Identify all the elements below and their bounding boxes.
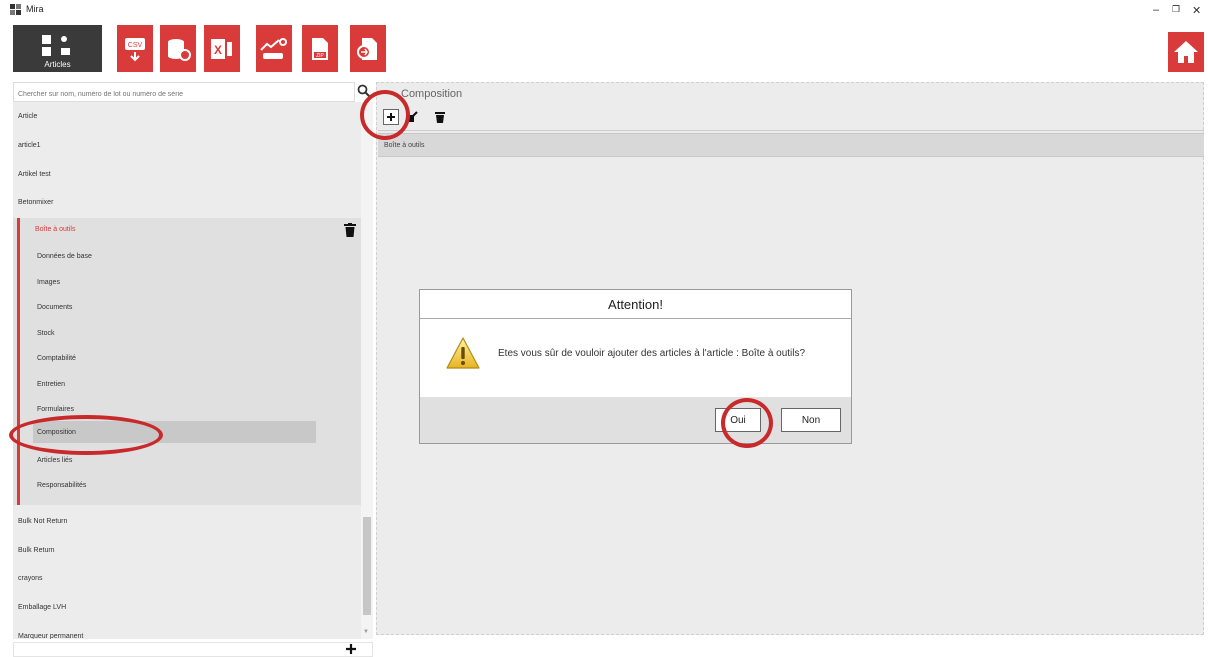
selection-bar [17,218,20,505]
confirmation-dialog: Attention! Etes vous sûr de vouloir ajou… [419,289,852,444]
add-composition-button[interactable] [383,109,399,125]
list-footer [13,642,373,657]
plus-icon [387,113,395,121]
search-input[interactable] [14,85,334,104]
list-scrollbar[interactable]: ▼ [361,102,373,639]
stats-icon [260,37,287,59]
window-title: Mira [26,4,44,14]
group-title[interactable]: Boîte à outils [35,226,75,233]
close-button[interactable]: ✕ [1192,4,1201,17]
app-icon [10,4,21,15]
maximize-button[interactable]: ❐ [1172,4,1180,15]
title-bar: Mira – ❐ ✕ [0,0,1208,22]
home-button[interactable] [1168,32,1204,72]
sub-item-stock[interactable]: Stock [37,322,337,344]
search-icon[interactable] [357,84,371,98]
scroll-thumb[interactable] [363,517,371,615]
edit-icon [407,111,418,122]
composition-row[interactable]: Boîte à outils [378,133,1204,157]
sub-item-entretien[interactable]: Entretien [37,373,337,395]
warning-icon [446,337,480,369]
svg-text:X: X [214,43,222,57]
document-export-button[interactable] [350,25,386,72]
minimize-button[interactable]: – [1153,4,1159,16]
trash-icon [435,112,445,123]
list-item[interactable]: Emballage LVH [13,593,361,621]
main-toolbar: Articles CSV X ZIP [0,22,1208,78]
list-item[interactable]: Marqueur permanent [13,622,361,640]
expanded-article-group: Boîte à outils Données de base Images Do… [13,218,361,505]
sub-item-donnees-de-base[interactable]: Données de base [37,245,337,267]
add-icon[interactable] [345,643,357,655]
articles-label: Articles [44,60,71,69]
articles-button[interactable]: Articles [13,25,102,72]
sub-item-documents[interactable]: Documents [37,296,337,318]
trash-icon[interactable] [344,223,356,237]
list-item[interactable]: Article [13,102,361,130]
articles-icon [41,35,70,56]
database-import-button[interactable] [160,25,196,72]
list-item[interactable]: article1 [13,131,361,159]
excel-button[interactable]: X [204,25,240,72]
sub-item-comptabilite[interactable]: Comptabilité [37,347,337,369]
divider [378,130,1204,131]
document-export-icon [357,37,377,60]
delete-composition-button[interactable] [432,109,448,125]
sub-item-formulaires[interactable]: Formulaires [37,398,337,420]
csv-export-button[interactable]: CSV [117,25,153,72]
svg-text:ZIP: ZIP [316,53,324,59]
article-list: Article article1 Artikel test Betonmixer… [13,102,361,639]
no-button[interactable]: Non [781,408,841,432]
svg-text:CSV: CSV [128,42,143,49]
yes-button[interactable]: Oui [715,408,761,432]
list-item[interactable]: Bulk Return [13,536,361,564]
stats-button[interactable] [256,25,292,72]
sub-item-images[interactable]: Images [37,271,337,293]
home-icon [1174,41,1198,63]
panel-title: Composition [401,88,463,100]
search-box [13,82,355,104]
scroll-down-icon[interactable]: ▼ [363,629,369,635]
dialog-footer: Oui Non [420,397,851,443]
dialog-title: Attention! [420,290,851,319]
edit-composition-button[interactable] [404,109,420,125]
list-item[interactable]: crayons [13,564,361,592]
database-import-icon [168,38,191,61]
list-item[interactable]: Bulk Not Return [13,507,361,535]
sub-item-articles-lies[interactable]: Articles liés [37,449,337,471]
article-list-panel: Article article1 Artikel test Betonmixer… [13,82,373,657]
zip-icon: ZIP [312,37,328,60]
dialog-message: Etes vous sûr de vouloir ajouter des art… [498,348,806,359]
list-item[interactable]: Artikel test [13,160,361,188]
list-item[interactable]: Betonmixer [13,188,361,216]
csv-export-icon: CSV [125,37,145,61]
sub-item-composition[interactable]: Composition [33,421,316,443]
sub-item-responsabilites[interactable]: Responsabilités [37,474,337,496]
excel-icon: X [211,38,232,59]
zip-button[interactable]: ZIP [302,25,338,72]
